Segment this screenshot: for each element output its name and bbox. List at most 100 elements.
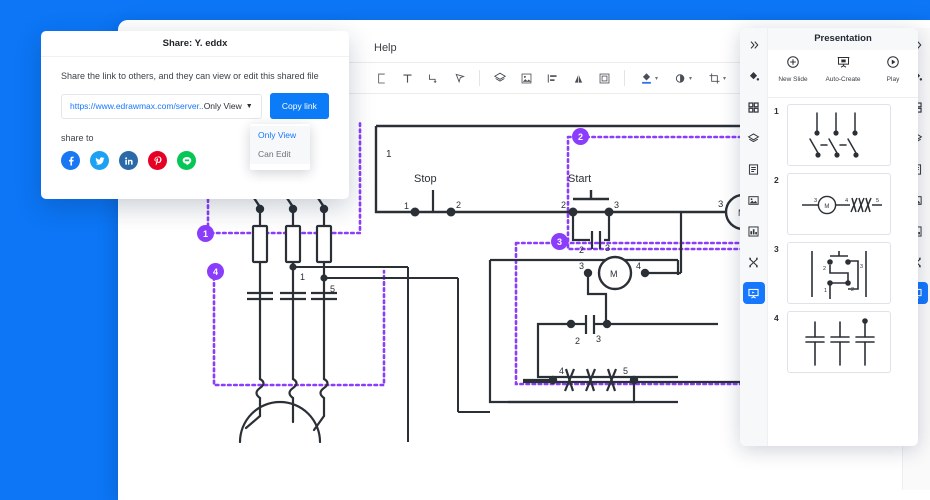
layers-icon[interactable]	[487, 65, 513, 91]
image-icon[interactable]	[743, 189, 765, 211]
share-dialog-description: Share the link to others, and they can v…	[61, 71, 319, 81]
highlight-badge-1[interactable]: 1	[197, 225, 214, 242]
toolbar-divider	[624, 70, 625, 86]
menu-item-help[interactable]: Help	[374, 42, 397, 54]
slide-thumbnail-3[interactable]: 2 3 1 2	[787, 242, 891, 304]
svg-text:1: 1	[404, 201, 409, 211]
new-slide-label: New Slide	[778, 76, 808, 83]
pointer-icon[interactable]	[446, 65, 472, 91]
terminal-label: 1	[300, 272, 305, 282]
svg-text:4: 4	[636, 261, 641, 271]
svg-text:3: 3	[596, 334, 601, 344]
slide-number: 2	[774, 175, 779, 185]
slide-item[interactable]: 4	[774, 311, 910, 373]
layers-icon[interactable]	[743, 127, 765, 149]
presentation-body: Presentation New Slide Auto-Create Play …	[768, 28, 918, 446]
slide-number: 3	[774, 244, 779, 254]
auto-create-label: Auto-Create	[825, 76, 861, 83]
terminal-label: 5	[330, 284, 335, 294]
frame-icon[interactable]	[591, 65, 617, 91]
slide-2-preview: M 3 4 5	[802, 195, 882, 215]
svg-text:3: 3	[614, 200, 619, 210]
play-label: Play	[886, 76, 900, 83]
play-button[interactable]: Play	[870, 55, 916, 83]
permission-select[interactable]: Only View ▼	[204, 101, 253, 111]
slide-item[interactable]: 1	[774, 104, 910, 166]
permission-dropdown[interactable]: Only View Can Edit	[250, 124, 310, 170]
slide-thumbnail-2[interactable]: M 3 4 5	[787, 173, 891, 235]
svg-text:3: 3	[605, 243, 610, 253]
svg-text:M: M	[610, 269, 618, 279]
slide-list[interactable]: 1 2 M 3 4 5 3 2 3 1 2 4	[768, 100, 918, 446]
expand-icon[interactable]	[743, 34, 765, 56]
shape-triangle-icon[interactable]	[565, 65, 591, 91]
linkedin-icon[interactable]	[119, 151, 138, 170]
svg-text:5: 5	[876, 198, 879, 204]
slide-number: 4	[774, 313, 779, 323]
stop-label: Stop	[414, 173, 437, 185]
svg-text:2: 2	[823, 266, 826, 272]
document-icon[interactable]	[743, 158, 765, 180]
svg-text:5: 5	[623, 366, 628, 376]
chevron-down-icon[interactable]: ▼	[246, 103, 253, 110]
svg-text:4: 4	[559, 366, 564, 376]
slide-thumbnail-4[interactable]	[787, 311, 891, 373]
svg-text:2: 2	[456, 200, 461, 210]
permission-option-can-edit[interactable]: Can Edit	[250, 145, 310, 164]
container-icon[interactable]	[368, 65, 394, 91]
svg-text:3: 3	[579, 261, 584, 271]
highlight-badge-4[interactable]: 4	[207, 263, 224, 280]
chart-icon[interactable]	[743, 220, 765, 242]
presentation-title: Presentation	[768, 28, 918, 50]
shuffle-icon[interactable]	[743, 251, 765, 273]
line-icon[interactable]	[177, 151, 196, 170]
slide-3-preview: 2 3 1 2	[811, 251, 867, 299]
share-link-row: https://www.edrawmax.com/server.. Only V…	[61, 93, 329, 119]
pinterest-icon[interactable]	[148, 151, 167, 170]
slide-item[interactable]: 3 2 3 1 2	[774, 242, 910, 304]
facebook-icon[interactable]	[61, 151, 80, 170]
svg-text:1: 1	[824, 288, 827, 294]
auto-create-button[interactable]: Auto-Create	[820, 55, 866, 83]
chevron-down-icon[interactable]: ▾	[723, 75, 726, 82]
svg-text:3: 3	[718, 199, 723, 210]
plus-circle-icon	[787, 56, 799, 68]
slide-1-preview	[809, 112, 859, 158]
presentation-actions: New Slide Auto-Create Play	[768, 50, 918, 98]
permission-option-only-view[interactable]: Only View	[250, 126, 310, 145]
align-icon[interactable]	[539, 65, 565, 91]
apps-grid-icon[interactable]	[743, 96, 765, 118]
copy-link-button[interactable]: Copy link	[269, 93, 329, 119]
svg-text:3: 3	[860, 264, 863, 270]
presentation-panel-rail	[740, 28, 768, 446]
highlight-badge-2[interactable]: 2	[572, 128, 589, 145]
start-label: Start	[568, 173, 591, 185]
svg-text:2: 2	[575, 336, 580, 346]
share-link-text[interactable]: https://www.edrawmax.com/server..	[70, 101, 204, 111]
svg-text:2: 2	[561, 200, 566, 210]
share-dialog: Share: Y. eddx Share the link to others,…	[41, 31, 349, 199]
slide-item[interactable]: 2 M 3 4 5	[774, 173, 910, 235]
share-link-box[interactable]: https://www.edrawmax.com/server.. Only V…	[61, 93, 262, 119]
svg-text:4: 4	[845, 198, 848, 204]
text-icon[interactable]	[394, 65, 420, 91]
image-icon[interactable]	[513, 65, 539, 91]
fill-color-icon[interactable]: ▾	[632, 65, 666, 91]
highlight-badge-3[interactable]: 3	[551, 233, 568, 250]
connector-icon[interactable]	[420, 65, 446, 91]
svg-text:3: 3	[814, 198, 817, 204]
auto-create-icon	[837, 56, 849, 68]
new-slide-button[interactable]: New Slide	[770, 55, 816, 83]
slide-number: 1	[774, 106, 779, 116]
presentation-icon[interactable]	[742, 282, 765, 304]
crop-icon[interactable]: ▾	[700, 65, 734, 91]
chevron-down-icon[interactable]: ▾	[655, 75, 658, 82]
svg-text:2: 2	[851, 287, 854, 293]
twitter-icon[interactable]	[90, 151, 109, 170]
fill-bucket-icon[interactable]	[743, 65, 765, 87]
play-circle-icon	[887, 56, 899, 68]
toolbar-divider	[479, 70, 480, 86]
line-color-icon[interactable]: ▾	[666, 65, 700, 91]
slide-thumbnail-1[interactable]	[787, 104, 891, 166]
chevron-down-icon[interactable]: ▾	[689, 75, 692, 82]
